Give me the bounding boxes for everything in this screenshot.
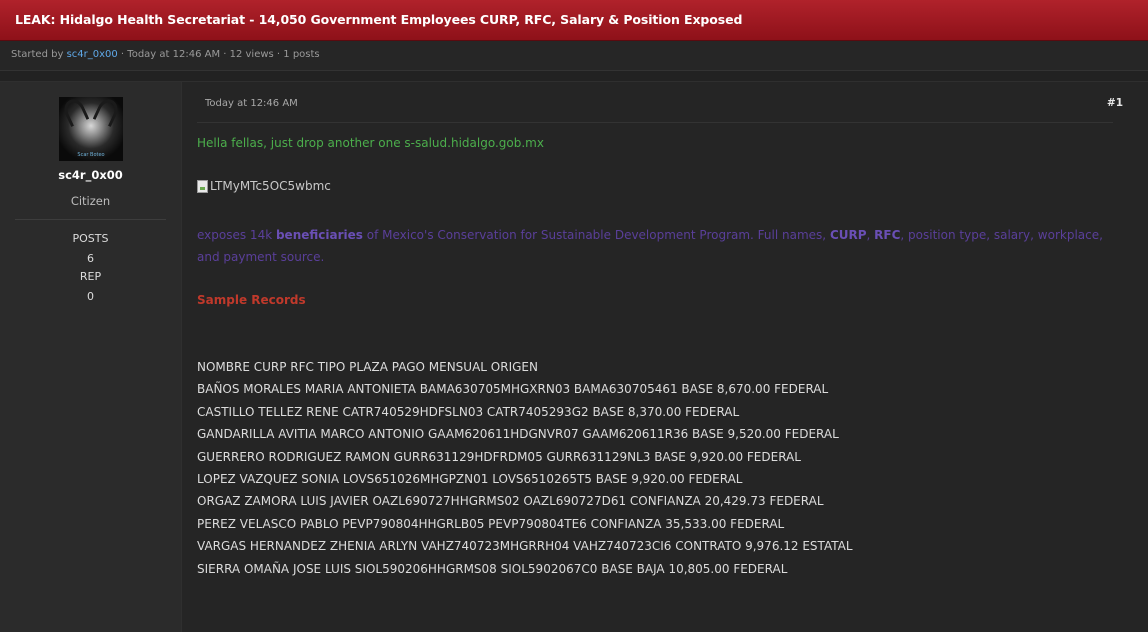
- avatar-horn-left: [60, 97, 90, 128]
- image-alt-text: LTMyMTc5OC5wbmc: [210, 179, 331, 193]
- sidebar-divider: [15, 219, 166, 220]
- desc-bold: beneficiaries: [275, 228, 363, 242]
- rep-label: REP: [79, 270, 102, 283]
- desc-bold: CURP: [829, 228, 867, 242]
- record-line: CASTILLO TELLEZ RENE CATR740529HDFSLN03 …: [197, 404, 740, 419]
- sample-records-heading: Sample Records: [197, 293, 306, 307]
- record-line: SIERRA OMAÑA JOSE LUIS SIOL590206HHGRMS0…: [197, 561, 788, 576]
- record-line: LOPEZ VAZQUEZ SONIA LOVS651026MHGPZN01 L…: [197, 471, 743, 486]
- thread-meta: Started by sc4r_0x00 · Today at 12:46 AM…: [11, 49, 320, 60]
- author-link[interactable]: sc4r_0x00: [67, 49, 118, 60]
- thread-meta-bar: Started by sc4r_0x00 · Today at 12:46 AM…: [0, 41, 1148, 71]
- post-description: exposes 14k beneficiaries of Mexico's Co…: [197, 224, 1107, 268]
- avatar-caption: Scar Boteo: [77, 152, 105, 158]
- record-line: GANDARILLA AVITIA MARCO ANTONIO GAAM6206…: [197, 427, 839, 442]
- desc-part: exposes 14k: [197, 228, 276, 242]
- thread-page: LEAK: Hidalgo Health Secretariat - 14,05…: [0, 0, 1148, 632]
- record-line: GUERRERO RODRIGUEZ RAMON GURR631129HDFRD…: [197, 449, 801, 464]
- post-number-link[interactable]: #1: [1107, 97, 1123, 109]
- broken-image-icon: [197, 179, 208, 193]
- record-line: VARGAS HERNANDEZ ZHENIA ARLYN VAHZ740723…: [197, 539, 853, 554]
- rep-count: 0: [87, 290, 94, 303]
- posts-count: 6: [87, 252, 94, 265]
- thread-header: LEAK: Hidalgo Health Secretariat - 14,05…: [0, 0, 1148, 41]
- records-block: NOMBRE CURP RFC TIPO PLAZA PAGO MENSUAL …: [197, 360, 853, 584]
- user-title: Citizen: [70, 194, 111, 208]
- desc-bold: RFC: [874, 228, 901, 242]
- username[interactable]: sc4r_0x00: [0, 168, 181, 182]
- posts-label: POSTS: [72, 232, 109, 245]
- record-line: NOMBRE CURP RFC TIPO PLAZA PAGO MENSUAL …: [197, 360, 538, 374]
- desc-part: of Mexico's Conservation for Sustainable…: [362, 228, 830, 242]
- post-body: Today at 12:46 AM #1 Hella fellas, just …: [181, 82, 1148, 632]
- record-line: ORGAZ ZAMORA LUIS JAVIER OAZL690727HHGRM…: [197, 494, 824, 509]
- record-line: PEREZ VELASCO PABLO PEVP790804HHGRLB05 P…: [197, 516, 785, 531]
- avatar[interactable]: Scar Boteo: [59, 97, 123, 161]
- post-timestamp: Today at 12:46 AM: [205, 98, 298, 109]
- post-divider: [197, 122, 1113, 123]
- broken-image: LTMyMTc5OC5wbmc: [197, 179, 331, 193]
- meta-suffix: · Today at 12:46 AM · 12 views · 1 posts: [117, 49, 320, 60]
- user-sidebar: Scar Boteo sc4r_0x00 Citizen POSTS 6 REP…: [0, 82, 182, 632]
- record-line: BAÑOS MORALES MARIA ANTONIETA BAMA630705…: [197, 382, 829, 397]
- post-intro: Hella fellas, just drop another one s-sa…: [197, 136, 544, 150]
- post: Scar Boteo sc4r_0x00 Citizen POSTS 6 REP…: [0, 81, 1148, 632]
- avatar-horn-right: [92, 97, 122, 128]
- meta-prefix: Started by: [11, 49, 67, 60]
- thread-title: LEAK: Hidalgo Health Secretariat - 14,05…: [15, 12, 743, 27]
